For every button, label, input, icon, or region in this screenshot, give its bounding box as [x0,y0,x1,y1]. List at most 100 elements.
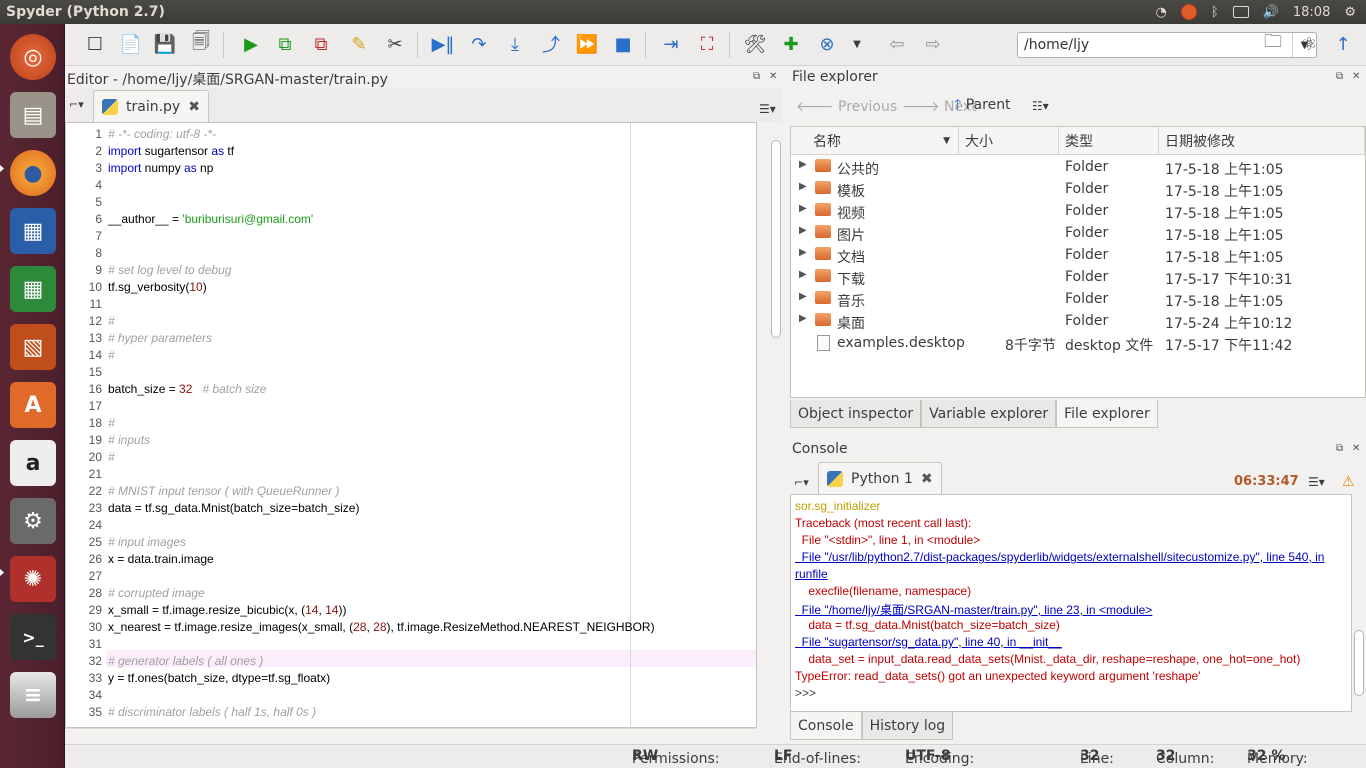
parent-button[interactable]: 🡑 Parent [954,94,1011,118]
editor-horizontal-scrollbar[interactable] [65,728,757,742]
bluetooth-icon[interactable]: ᛒ [1211,5,1219,20]
close-tab-icon[interactable]: ✖ [921,471,933,487]
stop-icon[interactable]: ⊗ [815,32,839,56]
tab-file-explorer[interactable]: File explorer [1056,400,1158,428]
expand-arrow-icon[interactable]: ▶ [799,181,807,192]
volume-icon[interactable]: 🔊 [1263,5,1279,20]
file-row[interactable]: ▶ 模板 Folder 17-5-18 上午1:05 [791,179,1365,201]
clock[interactable]: 18:08 [1293,5,1330,20]
tab-train-py[interactable]: train.py ✖ [93,90,209,122]
step-return-icon[interactable]: ⤴ [539,32,563,56]
column-date[interactable]: 日期被修改 [1159,127,1365,155]
options-icon[interactable]: ☰▾ [759,102,776,116]
run-icon[interactable]: ▶ [239,32,263,56]
file-row[interactable]: examples.desktop 8千字节 desktop 文件 17-5-17 下午… [791,333,1365,355]
writer-icon[interactable]: ▦ [6,204,60,258]
browse-tabs-icon[interactable]: ⌐▾ [69,98,84,111]
forward-icon[interactable]: ⇨ [921,32,945,56]
spyder-icon[interactable]: ✺ [6,552,60,606]
warning-icon[interactable]: ⚠ [1342,474,1355,490]
step-over-icon[interactable]: ↷ [467,32,491,56]
close-pane-icon[interactable]: ✕ [1352,72,1362,82]
ubuntu-dash-icon[interactable]: ◎ [6,30,60,84]
options-icon[interactable]: ☰▾ [1308,475,1325,489]
undock-icon[interactable]: ⧉ [753,72,763,82]
expand-arrow-icon[interactable]: ▶ [799,313,807,324]
maximize-pane-icon[interactable]: ⇥ [659,32,683,56]
power-icon[interactable]: ⚙ [1344,5,1356,20]
parent-dir-icon[interactable]: ↑ [1331,32,1355,56]
browse-folder-icon[interactable]: 🗀 [1261,31,1285,56]
continue-icon[interactable]: ⏩ [575,32,599,56]
profile-icon[interactable]: ✂ [383,32,407,56]
expand-arrow-icon[interactable]: ▶ [799,291,807,302]
wifi-icon[interactable]: ◔ [1156,5,1167,20]
impress-icon[interactable]: ▧ [6,320,60,374]
expand-arrow-icon[interactable]: ▶ [799,225,807,236]
previous-button[interactable]: 🡐 Previous [796,98,897,115]
python-path-icon[interactable]: ✚ [779,32,803,56]
undock-icon[interactable]: ⧉ [1336,72,1346,82]
view-options-icon[interactable]: ☷▾ [1032,99,1049,113]
expand-arrow-icon[interactable]: ▶ [799,203,807,214]
file-name: 视频 [837,206,865,222]
console-output[interactable]: sor.sg_initializer Traceback (most recent… [790,494,1352,712]
close-pane-icon[interactable]: ✕ [1352,444,1362,454]
python-icon[interactable]: ⚛ [1297,32,1321,56]
column-type[interactable]: 类型 [1059,127,1159,155]
file-row[interactable]: ▶ 桌面 Folder 17-5-24 上午10:12 [791,311,1365,333]
expand-arrow-icon[interactable]: ▶ [799,247,807,258]
calc-icon[interactable]: ▦ [6,262,60,316]
amazon-icon[interactable]: a [6,436,60,490]
line-number: 14 [88,348,102,362]
file-row[interactable]: ▶ 下载 Folder 17-5-17 下午10:31 [791,267,1365,289]
terminal-icon[interactable]: >_ [6,610,60,664]
save-icon[interactable]: 💾 [153,32,177,56]
software-center-icon[interactable]: A [6,378,60,432]
column-name[interactable]: 名称 ▼ [791,127,959,155]
settings-icon[interactable]: ⚙ [6,494,60,548]
tab-history-log[interactable]: History log [861,712,954,740]
close-tab-icon[interactable]: ✖ [188,99,200,115]
file-row[interactable]: ▶ 公共的 Folder 17-5-18 上午1:05 [791,157,1365,179]
run-again-icon[interactable]: ⧉ [309,32,333,56]
keyboard-icon[interactable] [1232,6,1249,18]
code-editor[interactable]: 1 2 3 4 5 6 7 8 9 10 11 12 13 14 15 16 17 18 19 20 21 22 23 24 2… [65,122,757,728]
file-tree[interactable]: 名称 ▼ 大小 类型 日期被修改 ▶ 公共的 Folder 17-5-18 上午1:05… [790,126,1366,398]
tab-python-1[interactable]: Python 1 ✖ [818,462,942,494]
debug-start-icon[interactable]: ▶‖ [431,32,455,56]
browse-tabs-icon[interactable]: ⌐▾ [794,476,809,489]
expand-arrow-icon[interactable]: ▶ [799,269,807,280]
file-row[interactable]: ▶ 图片 Folder 17-5-18 上午1:05 [791,223,1365,245]
stop-dropdown-icon[interactable]: ▼ [845,32,869,56]
file-type: Folder [1065,159,1109,175]
code-line: tf.sg_verbosity(10) [108,280,207,294]
fullscreen-icon[interactable]: ⛶ [695,32,719,56]
run-selection-icon[interactable]: ⧉ [273,32,297,56]
console-vertical-scrollbar[interactable] [1352,494,1366,712]
update-icon[interactable] [1180,4,1197,20]
save-all-icon[interactable]: 🗐 [189,31,213,56]
firefox-icon[interactable]: ● [6,146,60,200]
tab-console[interactable]: Console [790,712,862,740]
workspace-stack-icon[interactable]: ≡ [6,668,60,722]
file-row[interactable]: ▶ 文档 Folder 17-5-18 上午1:05 [791,245,1365,267]
debug-icon[interactable]: ✎ [347,32,371,56]
open-file-icon[interactable]: 📄 [119,32,143,56]
column-size[interactable]: 大小 [959,127,1059,155]
file-type: Folder [1065,313,1109,329]
file-row[interactable]: ▶ 音乐 Folder 17-5-18 上午1:05 [791,289,1365,311]
tab-variable-explorer[interactable]: Variable explorer [921,400,1057,428]
stop-debug-icon[interactable]: ■ [611,32,635,56]
tools-icon[interactable]: 🛠 [743,32,767,56]
expand-arrow-icon[interactable]: ▶ [799,159,807,170]
undock-icon[interactable]: ⧉ [1336,444,1346,454]
file-row[interactable]: ▶ 视频 Folder 17-5-18 上午1:05 [791,201,1365,223]
new-file-icon[interactable]: ☐ [83,32,107,56]
step-into-icon[interactable]: ⤓ [503,32,527,56]
close-pane-icon[interactable]: ✕ [769,72,779,82]
tab-object-inspector[interactable]: Object inspector [790,400,922,428]
editor-vertical-scrollbar[interactable] [769,122,783,728]
files-icon[interactable]: ▤ [6,88,60,142]
back-icon[interactable]: ⇦ [885,32,909,56]
